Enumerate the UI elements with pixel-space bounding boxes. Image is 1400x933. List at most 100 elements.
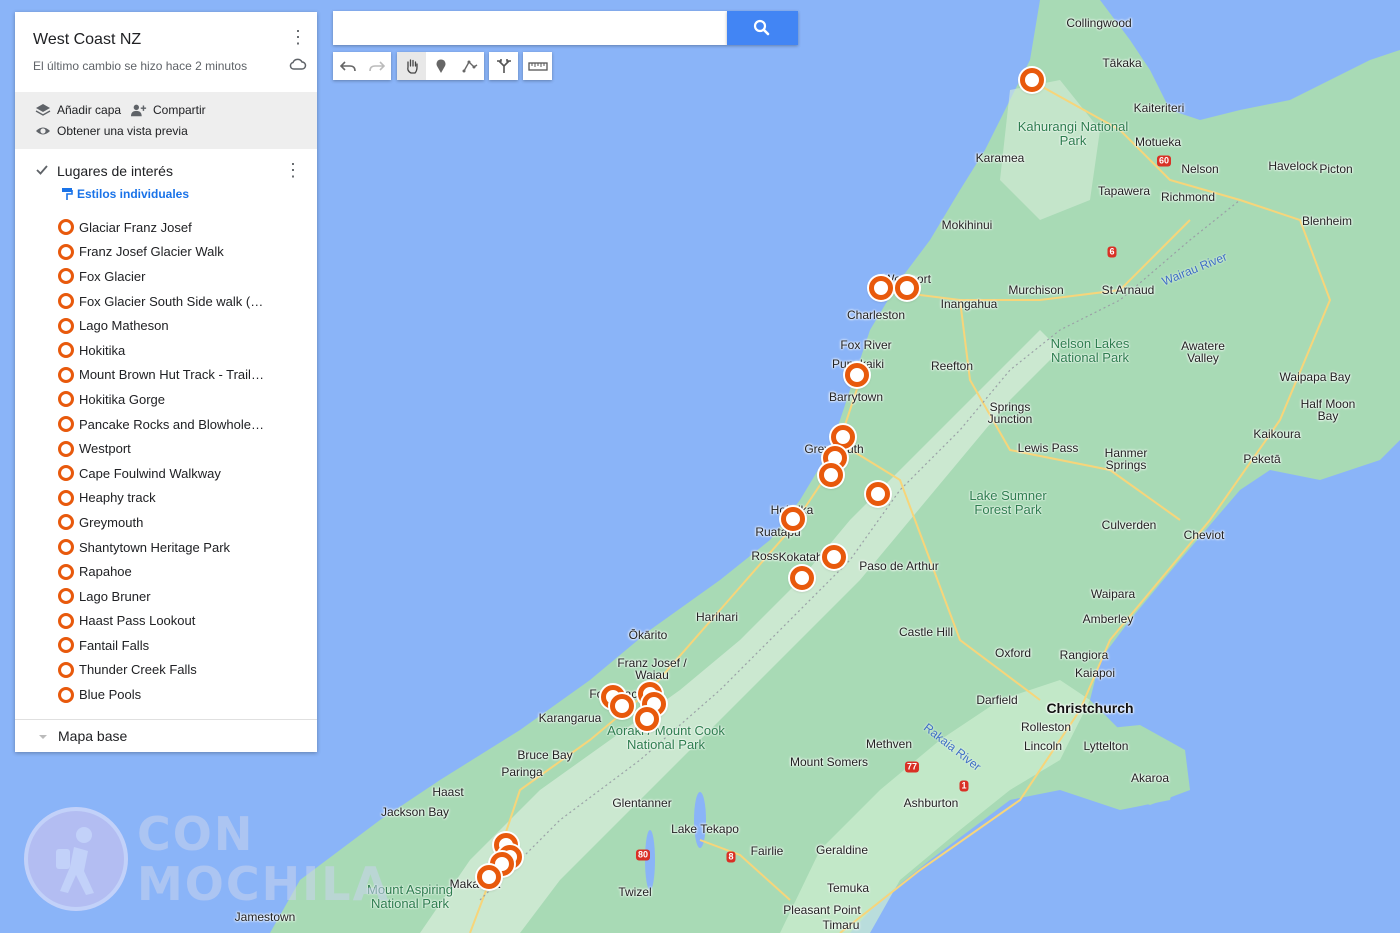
place-label[interactable]: Glentanner: [612, 796, 671, 810]
park-label[interactable]: Aoraki / Mount Cook National Park: [606, 724, 726, 752]
place-label[interactable]: Waipara: [1091, 587, 1135, 601]
draw-line-button[interactable]: [455, 52, 484, 80]
place-label[interactable]: Rolleston: [1021, 720, 1071, 734]
place-label[interactable]: Haast: [432, 785, 463, 799]
list-item[interactable]: Westport: [58, 436, 264, 461]
place-label[interactable]: Kaikoura: [1253, 427, 1300, 441]
place-marker[interactable]: [781, 507, 805, 531]
measure-button[interactable]: [523, 52, 552, 80]
place-marker[interactable]: [845, 363, 869, 387]
place-label[interactable]: Jackson Bay: [381, 805, 449, 819]
place-label[interactable]: Akaroa: [1131, 771, 1169, 785]
place-label[interactable]: Peketā: [1243, 452, 1280, 466]
place-marker[interactable]: [610, 694, 634, 718]
list-item[interactable]: Lago Matheson: [58, 313, 264, 338]
place-label[interactable]: Paringa: [501, 765, 542, 779]
pan-tool-button[interactable]: [397, 52, 426, 80]
list-item[interactable]: Lago Bruner: [58, 584, 264, 609]
list-item[interactable]: Hokitika Gorge: [58, 387, 264, 412]
place-label[interactable]: Ashburton: [904, 796, 959, 810]
place-label[interactable]: Motueka: [1135, 135, 1181, 149]
place-label[interactable]: Geraldine: [816, 843, 868, 857]
list-item[interactable]: Heaphy track: [58, 486, 264, 511]
add-directions-button[interactable]: [489, 52, 518, 80]
place-label[interactable]: Mokihinui: [942, 218, 993, 232]
list-item[interactable]: Greymouth: [58, 510, 264, 535]
place-label[interactable]: Culverden: [1102, 518, 1157, 532]
place-label[interactable]: Half Moon Bay: [1298, 398, 1358, 422]
place-label[interactable]: Charleston: [847, 308, 905, 322]
list-item[interactable]: Shantytown Heritage Park: [58, 535, 264, 560]
add-layer-button[interactable]: Añadir capa: [35, 102, 121, 118]
layer-options-menu-icon[interactable]: ⋮: [283, 160, 303, 180]
place-label[interactable]: Reefton: [931, 359, 973, 373]
place-label[interactable]: Kaiteriteri: [1134, 101, 1185, 115]
place-label[interactable]: Springs Junction: [980, 401, 1040, 425]
place-label[interactable]: Cheviot: [1184, 528, 1225, 542]
place-label[interactable]: Waipapa Bay: [1280, 370, 1351, 384]
place-label[interactable]: Ōkārito: [629, 628, 668, 642]
place-label[interactable]: Murchison: [1008, 283, 1063, 297]
place-label[interactable]: Timaru: [823, 918, 860, 932]
place-label[interactable]: Ross: [751, 549, 778, 563]
place-marker[interactable]: [790, 566, 814, 590]
list-item[interactable]: Fox Glacier: [58, 264, 264, 289]
chevron-down-icon[interactable]: [37, 731, 49, 743]
place-label[interactable]: Fox River: [840, 338, 891, 352]
place-marker[interactable]: [1020, 68, 1044, 92]
place-label[interactable]: Temuka: [827, 881, 869, 895]
place-label[interactable]: Paso de Arthur: [859, 559, 938, 573]
preview-button[interactable]: Obtener una vista previa: [35, 123, 188, 139]
place-label[interactable]: Oxford: [995, 646, 1031, 660]
place-marker[interactable]: [895, 276, 919, 300]
list-item[interactable]: Rapahoe: [58, 559, 264, 584]
place-label[interactable]: Barrytown: [829, 390, 883, 404]
place-label[interactable]: Hanmer Springs: [1096, 447, 1156, 471]
add-marker-button[interactable]: [426, 52, 455, 80]
park-label[interactable]: Nelson Lakes National Park: [1040, 337, 1140, 365]
place-label[interactable]: Darfield: [976, 693, 1017, 707]
place-label[interactable]: Tākaka: [1102, 56, 1141, 70]
place-label[interactable]: Lincoln: [1024, 739, 1062, 753]
undo-button[interactable]: [333, 52, 362, 80]
place-label[interactable]: Rangiora: [1060, 648, 1109, 662]
place-label[interactable]: Franz Josef / Waiau: [617, 657, 687, 681]
place-marker[interactable]: [635, 707, 659, 731]
place-label[interactable]: Richmond: [1161, 190, 1215, 204]
place-marker[interactable]: [477, 865, 501, 889]
list-item[interactable]: Franz Josef Glacier Walk: [58, 240, 264, 265]
place-marker[interactable]: [866, 482, 890, 506]
place-label[interactable]: Collingwood: [1066, 16, 1131, 30]
individual-styles-link[interactable]: Estilos individuales: [61, 187, 189, 201]
place-label[interactable]: Pleasant Point: [783, 903, 860, 917]
place-label[interactable]: Mount Somers: [790, 755, 868, 769]
map-options-menu-icon[interactable]: ⋮: [288, 27, 308, 47]
place-label[interactable]: Lyttelton: [1084, 739, 1129, 753]
place-label[interactable]: St Arnaud: [1102, 283, 1155, 297]
park-label[interactable]: Lake Sumner Forest Park: [958, 489, 1058, 517]
place-label[interactable]: Christchurch: [1046, 700, 1133, 716]
place-label[interactable]: Twizel: [618, 885, 651, 899]
place-label[interactable]: Lewis Pass: [1018, 441, 1079, 455]
list-item[interactable]: Hokitika: [58, 338, 264, 363]
place-label[interactable]: Tapawera: [1098, 184, 1150, 198]
list-item[interactable]: Pancake Rocks and Blowhole…: [58, 412, 264, 437]
place-label[interactable]: Nelson: [1181, 162, 1218, 176]
place-label[interactable]: Amberley: [1083, 612, 1134, 626]
park-label[interactable]: Kahurangi National Park: [1013, 120, 1133, 148]
place-label[interactable]: Inangahua: [941, 297, 998, 311]
list-item[interactable]: Blue Pools: [58, 682, 264, 707]
place-marker[interactable]: [822, 545, 846, 569]
place-label[interactable]: Methven: [866, 737, 912, 751]
place-label[interactable]: Harihari: [696, 610, 738, 624]
list-item[interactable]: Thunder Creek Falls: [58, 658, 264, 683]
list-item[interactable]: Mount Brown Hut Track - Trail…: [58, 363, 264, 388]
list-item[interactable]: Fox Glacier South Side walk (…: [58, 289, 264, 314]
place-label[interactable]: Fairlie: [751, 844, 784, 858]
list-item[interactable]: Haast Pass Lookout: [58, 609, 264, 634]
place-label[interactable]: Havelock: [1268, 159, 1317, 173]
list-item[interactable]: Fantail Falls: [58, 633, 264, 658]
place-label[interactable]: Karamea: [976, 151, 1025, 165]
search-input[interactable]: [333, 11, 727, 45]
place-label[interactable]: Kokatahi: [779, 550, 826, 564]
